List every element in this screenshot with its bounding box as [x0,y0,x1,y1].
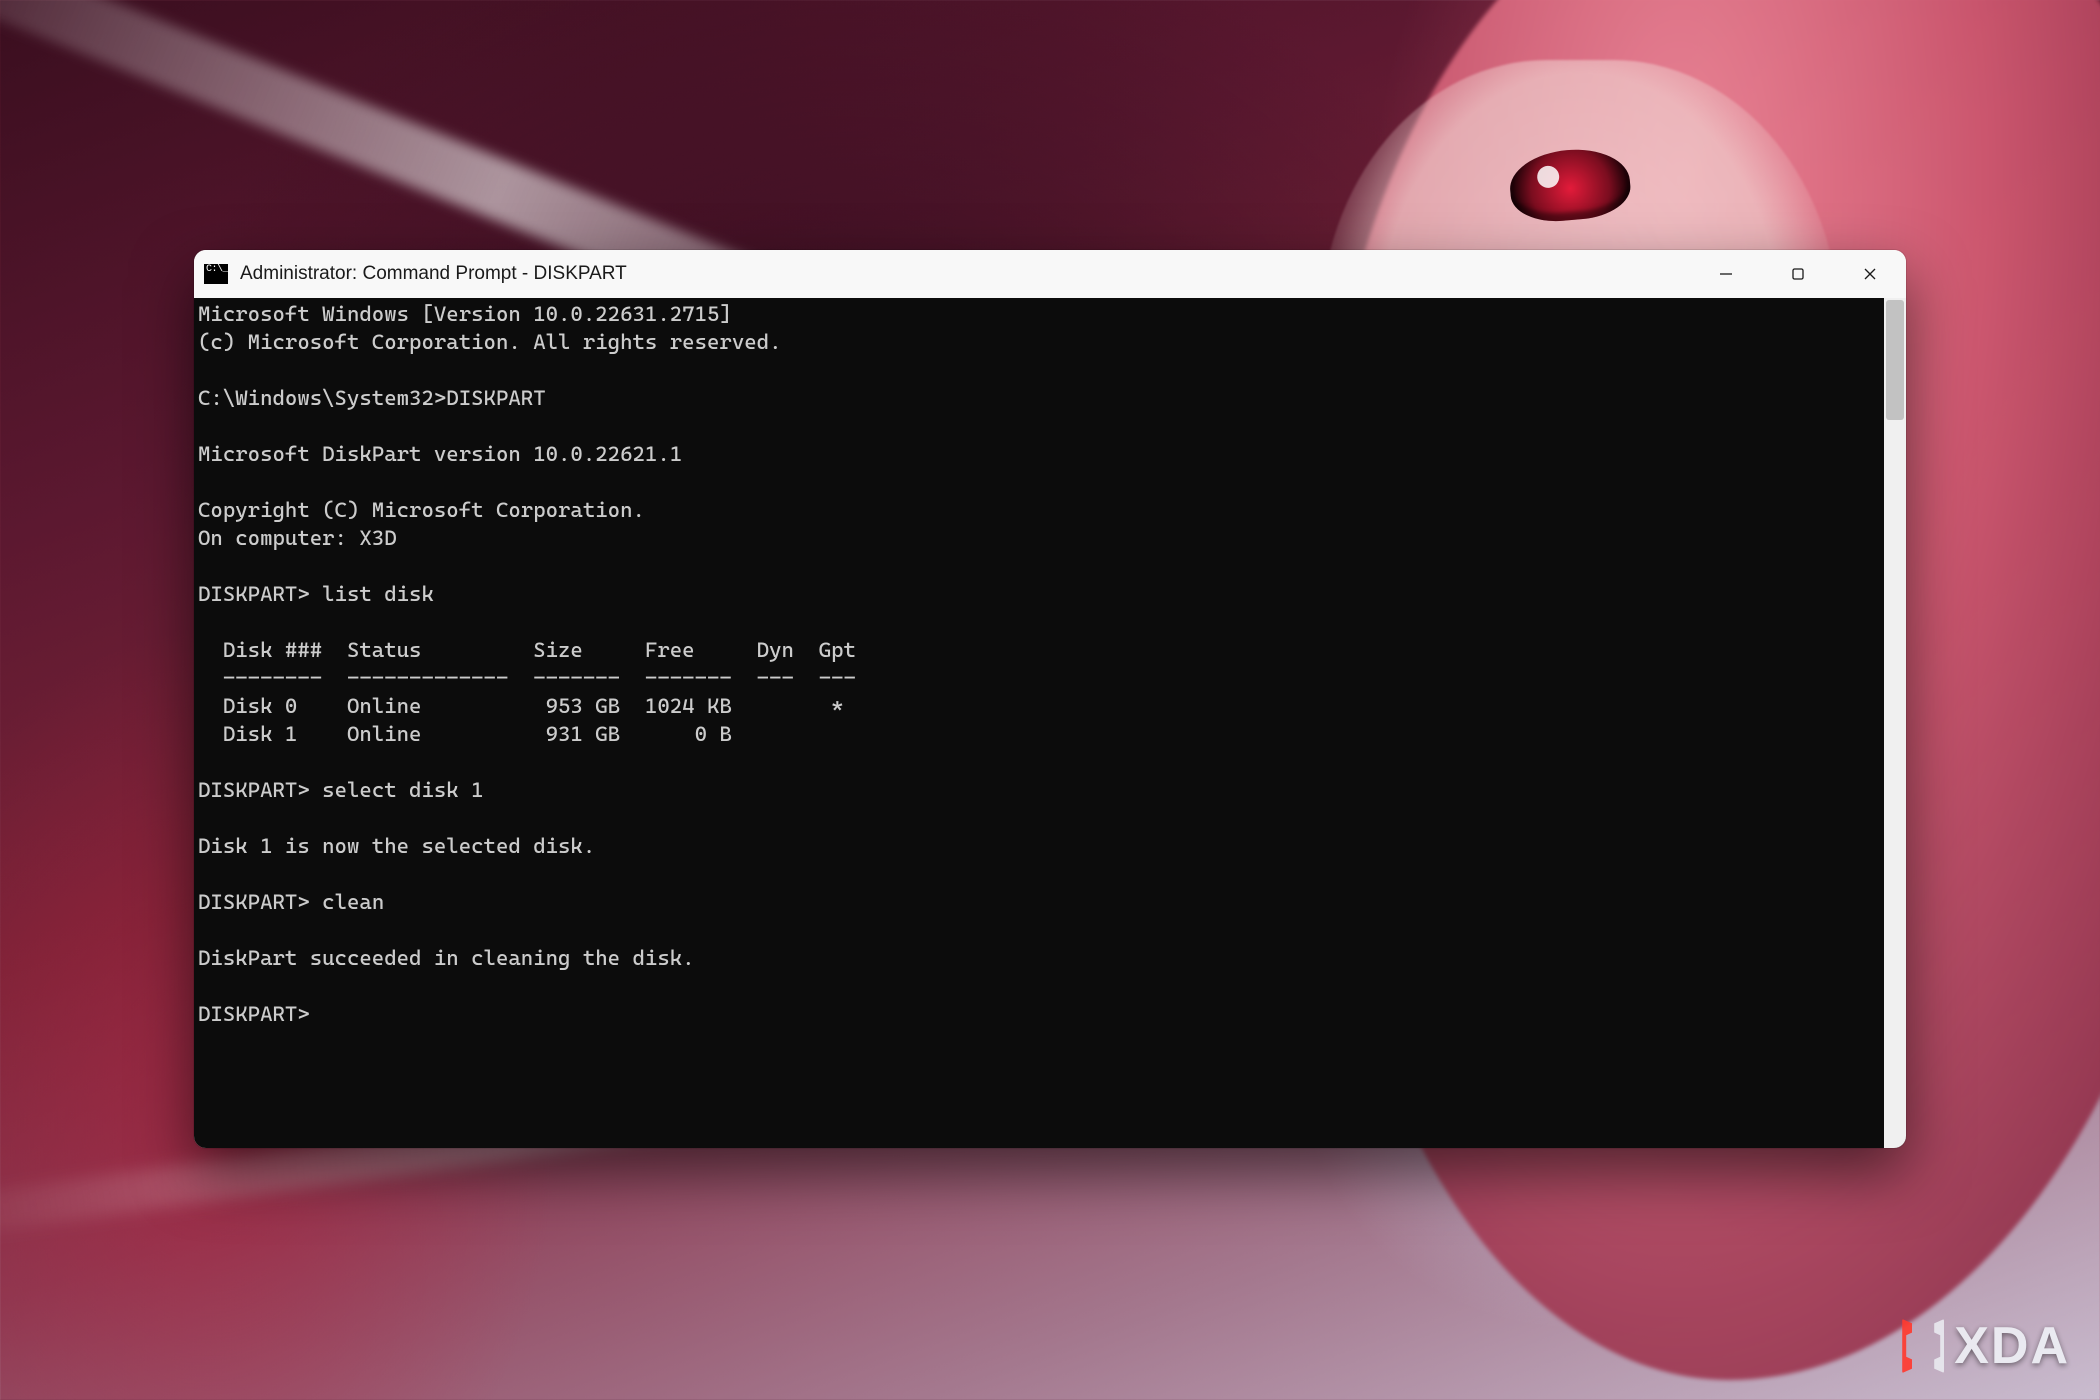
scrollbar-track[interactable] [1884,298,1906,1148]
line-version: Microsoft Windows [Version 10.0.22631.27… [198,301,732,326]
window-title: Administrator: Command Prompt - DISKPART [240,263,627,285]
scrollbar-thumb[interactable] [1886,300,1904,420]
terminal-output[interactable]: Microsoft Windows [Version 10.0.22631.27… [194,298,1906,1148]
prompt-path: C:\Windows\System32> [198,385,446,410]
diskpart-prompt: DISKPART> [198,581,310,606]
cmd-icon [204,264,228,284]
diskpart-copyright: Copyright (C) Microsoft Corporation. [198,497,645,522]
wallpaper-shape-eye [1507,145,1633,225]
xda-bracket-icon [1902,1319,1944,1373]
disk-row-0: Disk 0 Online 953 GB 1024 KB * [198,693,844,718]
select-response: Disk 1 is now the selected disk. [198,833,595,858]
maximize-icon [1790,266,1806,282]
disk-row-1: Disk 1 Online 931 GB 0 B [198,721,732,746]
cmd-clean: clean [322,889,384,914]
cmd-diskpart: DISKPART [446,385,545,410]
disk-table-header: Disk ### Status Size Free Dyn Gpt [198,637,856,662]
titlebar[interactable]: Administrator: Command Prompt - DISKPART [194,250,1906,298]
line-copyright: (c) Microsoft Corporation. All rights re… [198,329,781,354]
clean-response: DiskPart succeeded in cleaning the disk. [198,945,695,970]
xda-watermark-text: XDA [1954,1316,2070,1376]
cmd-select-disk: select disk 1 [322,777,483,802]
disk-table-divider: -------- ------------- ------- ------- -… [198,665,856,690]
diskpart-prompt: DISKPART> [198,889,310,914]
cmd-list-disk: list disk [322,581,434,606]
minimize-button[interactable] [1690,250,1762,298]
xda-watermark: XDA [1902,1316,2070,1376]
maximize-button[interactable] [1762,250,1834,298]
diskpart-version: Microsoft DiskPart version 10.0.22621.1 [198,441,682,466]
close-button[interactable] [1834,250,1906,298]
diskpart-computer: On computer: X3D [198,525,397,550]
diskpart-prompt: DISKPART> [198,1001,310,1026]
diskpart-prompt: DISKPART> [198,777,310,802]
minimize-icon [1718,266,1734,282]
close-icon [1862,266,1878,282]
command-prompt-window: Administrator: Command Prompt - DISKPART… [194,250,1906,1148]
